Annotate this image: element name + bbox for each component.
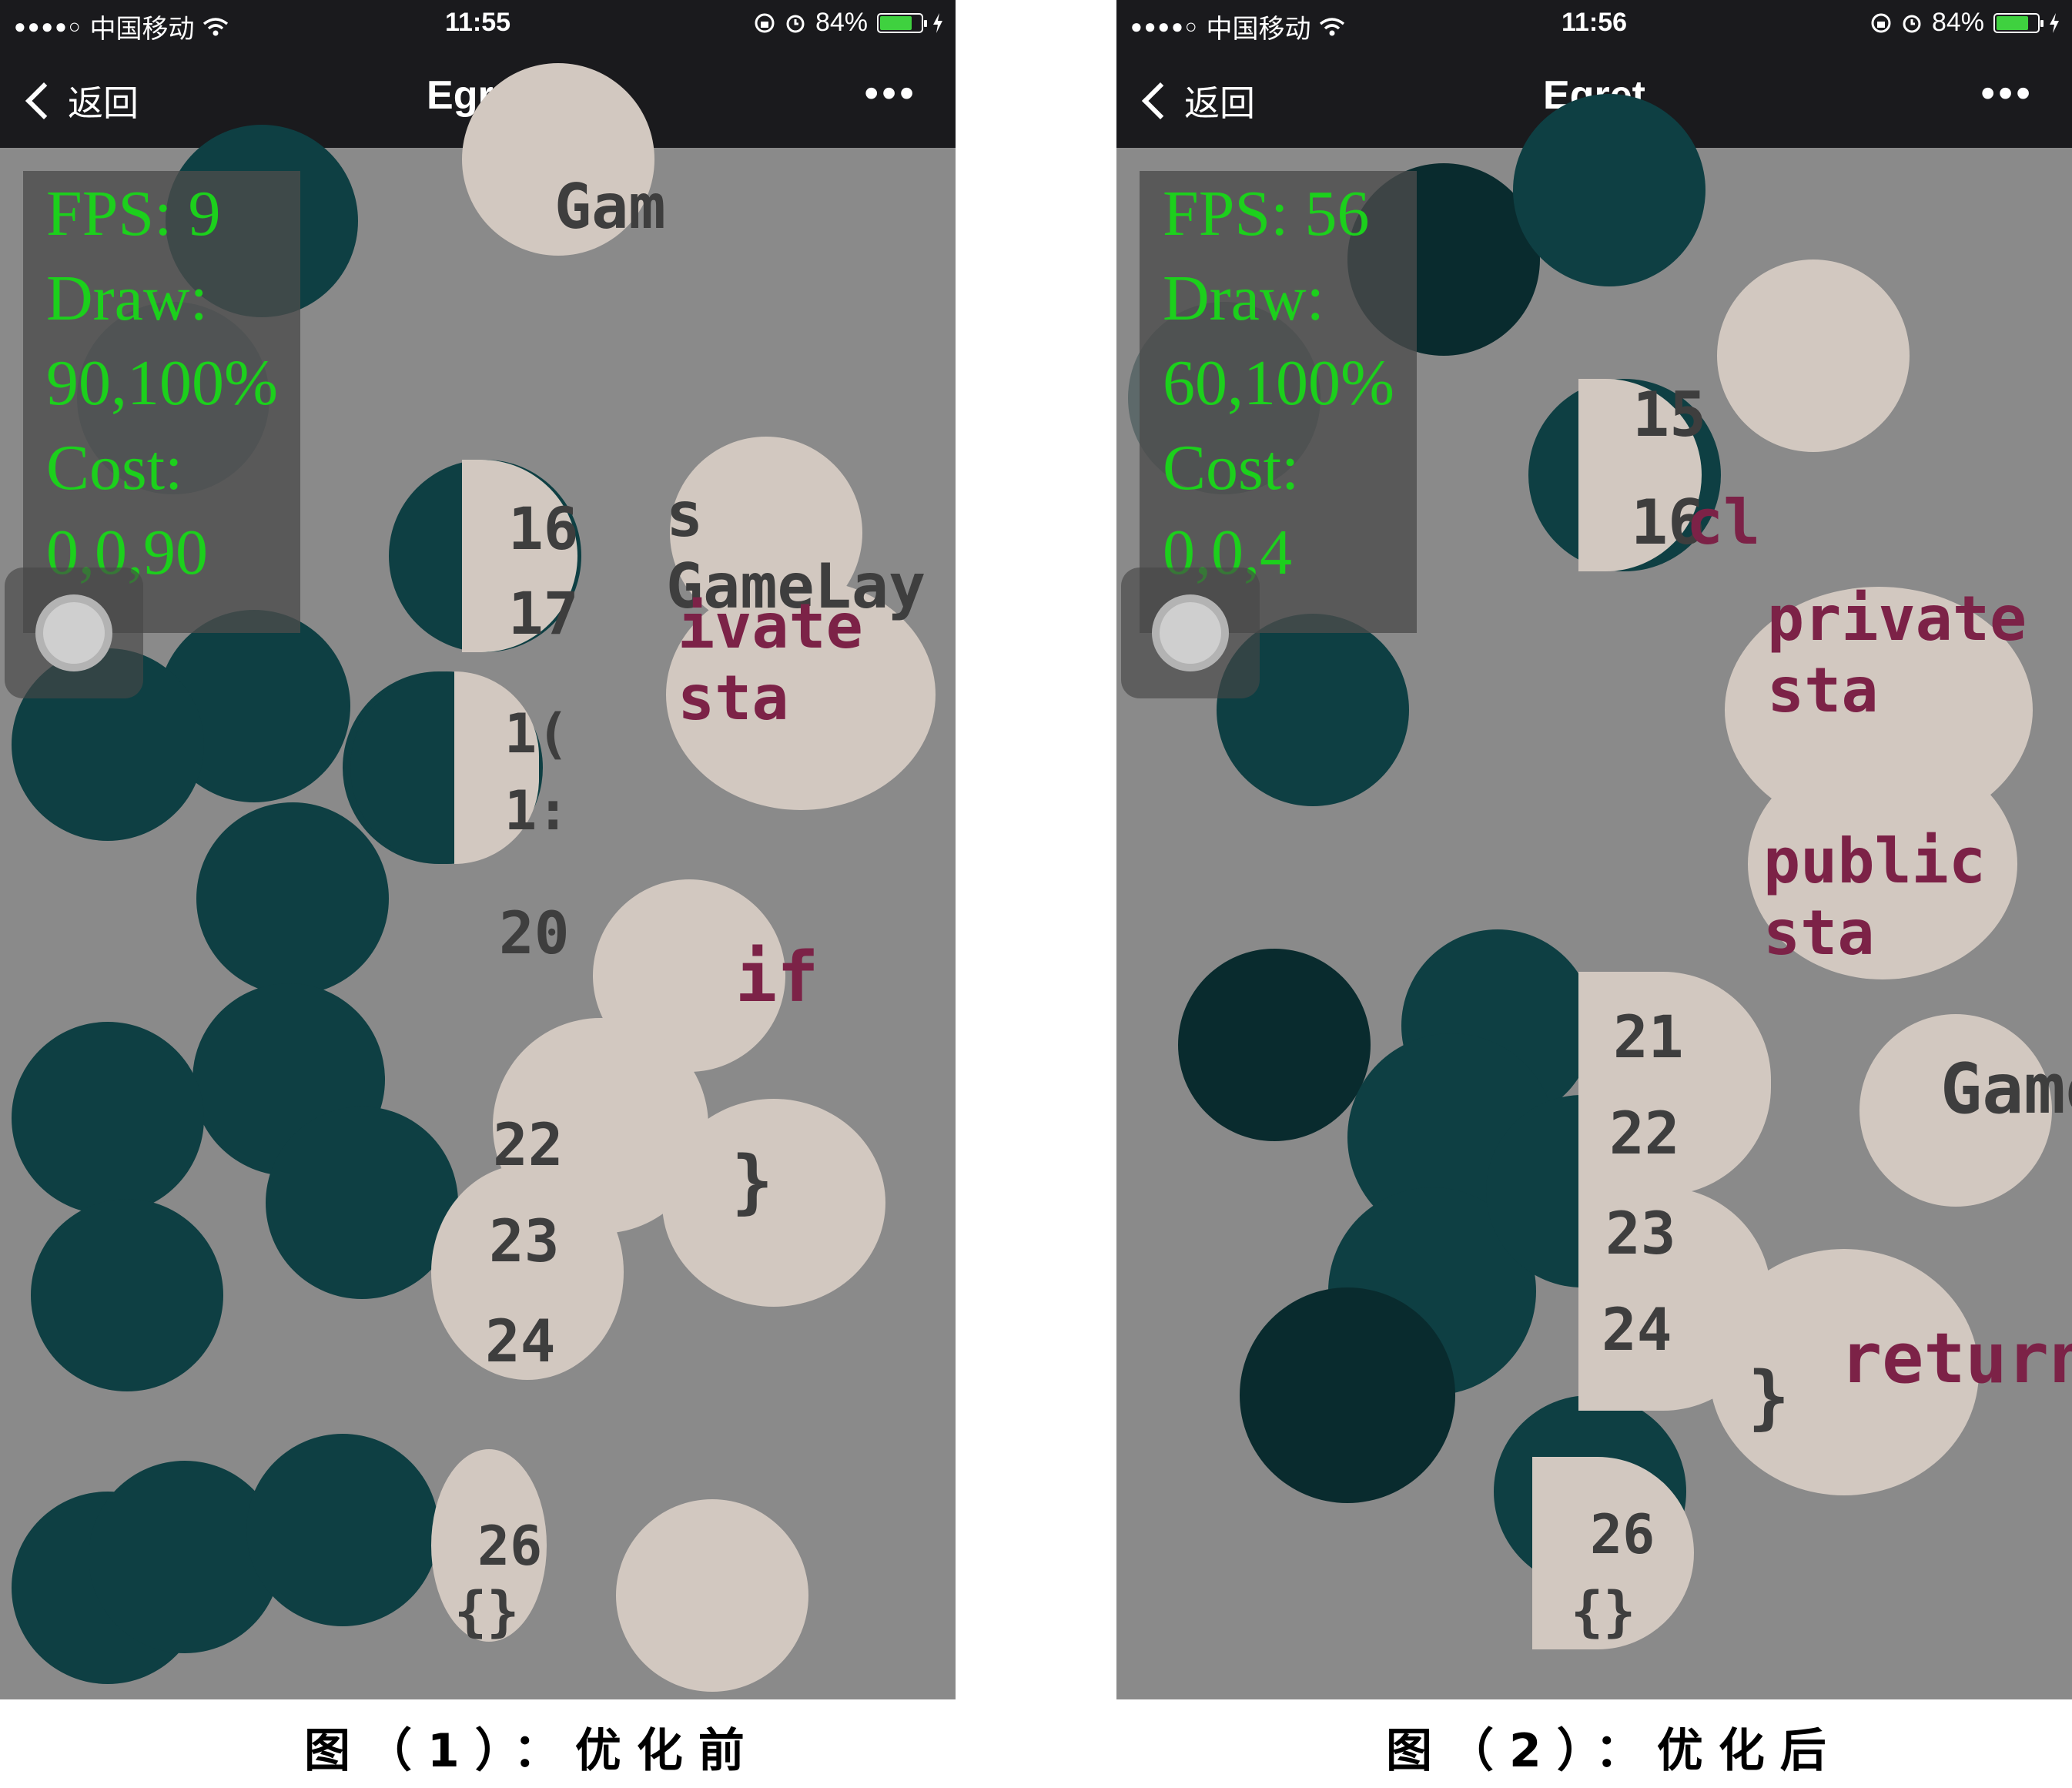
status-bar: ●●●●○ 中国移动 11:56 84% [1116,0,2072,48]
assistive-touch-icon [1152,594,1229,671]
draw-value: 90,100% [46,347,278,419]
game-stage: Gam 16 17 s GameLay ivate sta 1( 1: 20 i… [0,63,956,1699]
cost-label: Cost: [1163,432,1300,504]
code-fragment: Gam [554,171,666,243]
image-tile [1240,1287,1455,1503]
code-fragment: {} [454,1580,520,1643]
rotation-lock-icon [755,13,775,32]
code-fragment: 1: [504,779,570,842]
code-fragment: 24 [1602,1295,1672,1364]
caption-after: 图（2）：优化后 [1386,1724,1842,1778]
code-fragment: 23 [1605,1199,1676,1267]
draw-label: Draw: [46,263,208,334]
image-tile [196,802,389,995]
code-fragment: 20 [499,899,570,967]
code-fragment: 1( [504,702,570,765]
caption-before: 图（1）：优化前 [304,1724,760,1778]
code-fragment: 15 [1632,379,1707,450]
assistive-touch-button[interactable] [5,568,143,698]
code-fragment: 22 [493,1110,564,1179]
image-tile [616,1499,808,1692]
phone-screenshot-before: ●●●●○ 中国移动 11:55 84% 返回 Egret ••• Gam 16… [0,0,956,1699]
code-fragment: 16 [508,494,579,563]
battery-percent: 84% [815,8,868,37]
code-fragment: private sta [1767,583,2027,726]
image-tile [1178,949,1371,1141]
code-fragment: Game [1940,1049,2072,1130]
code-fragment: 24 [485,1307,556,1375]
battery-icon [877,12,927,33]
image-tile [246,1434,439,1626]
game-stage: 15 16 cl private sta public sta Game 21 … [1116,94,2072,1699]
fps-value: FPS: 56 [1163,178,1370,249]
rotation-lock-icon [1871,13,1891,32]
assistive-touch-icon [35,594,112,671]
code-fragment: 22 [1609,1099,1680,1167]
fps-stats-panel: FPS: 9 Draw: 90,100% Cost: 0,0,90 [23,171,300,633]
code-fragment: 21 [1613,1003,1684,1071]
code-fragment: } [1748,1357,1790,1438]
code-fragment: {} [1571,1580,1636,1643]
code-fragment: } [731,1141,774,1222]
status-bar: ●●●●○ 中国移动 11:55 84% [0,0,956,48]
image-tile [662,1099,885,1307]
alarm-icon [1903,15,1921,32]
fps-stats-panel: FPS: 56 Draw: 60,100% Cost: 0,0,4 [1140,171,1417,633]
image-tile [1513,94,1705,286]
draw-value: 60,100% [1163,347,1394,419]
code-fragment: return [1840,1318,2072,1399]
code-fragment: 26 [1590,1503,1655,1566]
alarm-icon [786,15,805,32]
image-tile [12,1022,204,1214]
more-icon[interactable]: ••• [1980,69,2034,117]
charging-icon [2050,12,2059,33]
phone-screenshot-after: ●●●●○ 中国移动 11:56 84% 返回 ••• 15 16 cl pri… [1116,0,2072,1699]
fps-value: FPS: 9 [46,178,221,249]
code-fragment: cl [1686,487,1761,558]
assistive-touch-button[interactable] [1121,568,1260,698]
code-fragment: 23 [489,1207,560,1275]
cost-label: Cost: [46,432,183,504]
image-tile [31,1199,223,1391]
more-icon[interactable]: ••• [864,69,917,117]
draw-label: Draw: [1163,263,1324,334]
code-fragment: public sta [1763,825,1986,969]
code-fragment: 26 [477,1515,543,1578]
code-fragment: ivate sta [678,591,863,734]
battery-icon [1993,12,2044,33]
battery-percent: 84% [1931,8,1984,37]
code-fragment: if [735,937,819,1018]
charging-icon [933,12,942,33]
image-tile [266,1107,458,1299]
code-fragment: 17 [508,579,579,648]
image-tile [1717,259,1910,452]
